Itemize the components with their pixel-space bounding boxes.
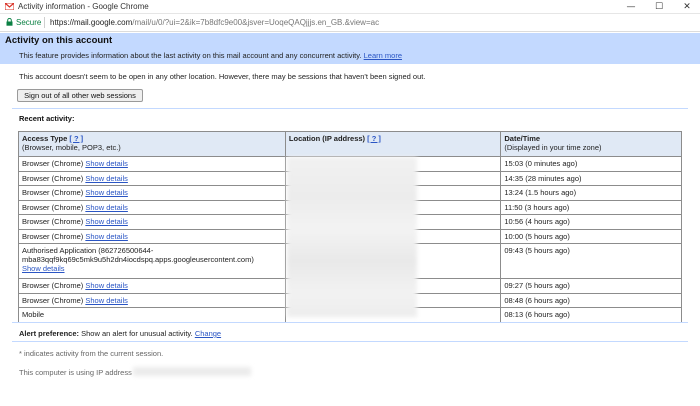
access-type-cell: Browser (Chrome) Show details bbox=[18, 292, 286, 308]
url-path: /mail/u/0/?ui=2&ik=7b8dfc9e00&jsver=Uoqe… bbox=[132, 18, 380, 27]
ip-address-line: This computer is using IP address bbox=[19, 368, 132, 377]
change-alert-link[interactable]: Change bbox=[195, 329, 221, 338]
redacted-ip bbox=[133, 367, 251, 376]
datetime-cell: 11:50 (3 hours ago) bbox=[500, 199, 682, 215]
col-datetime: Date/Time (Displayed in your time zone) bbox=[500, 131, 682, 157]
divider bbox=[12, 108, 688, 109]
minimize-button[interactable]: — bbox=[616, 0, 646, 14]
alert-label: Alert preference: bbox=[19, 329, 80, 338]
recent-activity-label: Recent activity: bbox=[19, 114, 75, 123]
session-note: This account doesn't seem to be open in … bbox=[19, 72, 426, 81]
access-type-cell: Authorised Application (862726500644-mba… bbox=[18, 243, 286, 279]
show-details-link[interactable]: Show details bbox=[22, 264, 65, 273]
access-type-cell: Browser (Chrome) Show details bbox=[18, 156, 286, 172]
learn-more-link[interactable]: Learn more bbox=[364, 51, 402, 60]
access-type-help-link[interactable]: [ ? ] bbox=[69, 134, 83, 143]
access-type-cell: Browser (Chrome) Show details bbox=[18, 185, 286, 201]
window-titlebar: Activity information - Google Chrome — ☐… bbox=[0, 0, 700, 14]
show-details-link[interactable]: Show details bbox=[85, 296, 128, 305]
datetime-cell: 10:56 (4 hours ago) bbox=[500, 214, 682, 230]
header-description-text: This feature provides information about … bbox=[19, 51, 362, 60]
secure-label[interactable]: Secure bbox=[16, 18, 41, 27]
location-help-link[interactable]: [ ? ] bbox=[367, 134, 381, 143]
access-type-text: Browser (Chrome) bbox=[22, 281, 84, 290]
redacted-location bbox=[287, 157, 417, 317]
access-type-cell: Browser (Chrome) Show details bbox=[18, 228, 286, 244]
access-type-text: Browser (Chrome) bbox=[22, 173, 84, 183]
close-button[interactable]: ✕ bbox=[672, 0, 700, 14]
col-datetime-title: Date/Time bbox=[504, 134, 541, 143]
access-type-cell: Mobile bbox=[18, 307, 286, 323]
alert-preference: Alert preference: Show an alert for unus… bbox=[19, 329, 221, 338]
show-details-link[interactable]: Show details bbox=[85, 174, 128, 183]
current-session-footnote: * indicates activity from the current se… bbox=[19, 349, 164, 358]
access-type-text: Mobile bbox=[22, 310, 45, 319]
datetime-cell: 08:48 (6 hours ago) bbox=[500, 292, 682, 308]
alert-text: Show an alert for unusual activity. bbox=[81, 329, 193, 338]
page-title: Activity on this account bbox=[5, 35, 113, 46]
show-details-link[interactable]: Show details bbox=[85, 159, 128, 168]
url-host: https://mail.google.com bbox=[50, 18, 133, 27]
lock-icon bbox=[6, 18, 13, 26]
col-datetime-sub: (Displayed in your time zone) bbox=[504, 143, 602, 152]
col-location: Location (IP address) [ ? ] bbox=[284, 131, 502, 157]
access-type-text: Browser (Chrome) bbox=[22, 188, 84, 197]
access-type-text: Browser (Chrome) bbox=[22, 217, 84, 226]
access-type-text: Browser (Chrome) bbox=[22, 295, 84, 305]
datetime-cell: 09:43 (5 hours ago) bbox=[500, 243, 682, 279]
access-type-text: Browser (Chrome) bbox=[22, 202, 84, 212]
datetime-cell: 08:13 (6 hours ago) bbox=[500, 307, 682, 323]
address-bar[interactable]: Secure https://mail.google.com/mail/u/0/… bbox=[0, 14, 700, 32]
col-access-type: Access Type [ ? ] (Browser, mobile, POP3… bbox=[18, 131, 286, 157]
maximize-button[interactable]: ☐ bbox=[644, 0, 674, 14]
datetime-cell: 13:24 (1.5 hours ago) bbox=[500, 185, 682, 201]
show-details-link[interactable]: Show details bbox=[85, 188, 128, 197]
divider bbox=[12, 322, 688, 323]
access-type-cell: Browser (Chrome) Show details bbox=[18, 170, 286, 186]
window-title: Activity information - Google Chrome bbox=[18, 2, 149, 11]
divider bbox=[12, 341, 688, 342]
datetime-cell: 10:00 (5 hours ago) bbox=[500, 228, 682, 244]
access-type-text: Authorised Application (862726500644-mba… bbox=[22, 246, 254, 264]
datetime-cell: 14:35 (28 minutes ago) bbox=[500, 170, 682, 186]
table-header-row: Access Type [ ? ] (Browser, mobile, POP3… bbox=[18, 131, 682, 157]
sign-out-all-button[interactable]: Sign out of all other web sessions bbox=[17, 89, 143, 102]
col-location-title: Location (IP address) bbox=[288, 134, 366, 143]
access-type-cell: Browser (Chrome) Show details bbox=[18, 199, 286, 215]
show-details-link[interactable]: Show details bbox=[85, 281, 128, 290]
col-access-type-sub: (Browser, mobile, POP3, etc.) bbox=[22, 143, 121, 152]
show-details-link[interactable]: Show details bbox=[85, 203, 128, 212]
access-type-text: Browser (Chrome) bbox=[22, 231, 84, 241]
address-separator bbox=[44, 17, 45, 28]
datetime-cell: 15:03 (0 minutes ago) bbox=[500, 156, 682, 172]
gmail-icon bbox=[5, 3, 14, 10]
access-type-cell: Browser (Chrome) Show details bbox=[18, 278, 286, 294]
access-type-cell: Browser (Chrome) Show details bbox=[18, 214, 286, 230]
header-description: This feature provides information about … bbox=[19, 51, 402, 60]
show-details-link[interactable]: Show details bbox=[85, 217, 128, 226]
col-access-type-title: Access Type bbox=[22, 134, 68, 143]
datetime-cell: 09:27 (5 hours ago) bbox=[500, 278, 682, 294]
url-text[interactable]: https://mail.google.com/mail/u/0/?ui=2&i… bbox=[50, 18, 379, 27]
access-type-text: Browser (Chrome) bbox=[22, 159, 84, 168]
show-details-link[interactable]: Show details bbox=[85, 232, 128, 241]
page-header: Activity on this account This feature pr… bbox=[0, 33, 700, 64]
